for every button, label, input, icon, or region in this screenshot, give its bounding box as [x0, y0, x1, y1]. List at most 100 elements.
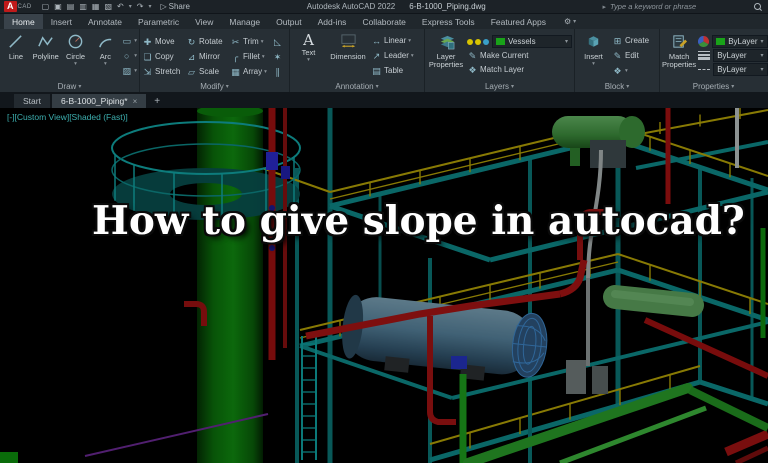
- erase-icon: ◺: [272, 37, 283, 47]
- copy-button[interactable]: ❏Copy: [142, 50, 184, 63]
- scale-icon: ▱: [186, 67, 197, 77]
- trim-button[interactable]: ✂Trim▾: [230, 35, 270, 48]
- tab-insert[interactable]: Insert: [43, 14, 80, 29]
- linetype-dropdown[interactable]: ByLayer▾: [713, 63, 767, 76]
- tab-home[interactable]: Home: [4, 14, 43, 29]
- line-button[interactable]: Line: [2, 31, 30, 80]
- close-tab-icon[interactable]: ×: [133, 97, 138, 106]
- save-as-icon[interactable]: ▥: [79, 1, 87, 13]
- tab-output[interactable]: Output: [268, 14, 310, 29]
- draw-panel-label[interactable]: Draw: [0, 80, 139, 92]
- layer-state-icons[interactable]: [467, 39, 489, 45]
- search-input[interactable]: [610, 1, 750, 12]
- viewport-controls[interactable]: [-][Custom View][Shaded (Fast)]: [7, 112, 128, 122]
- text-button[interactable]: A Text▾: [292, 31, 325, 80]
- lineweight-dropdown[interactable]: ByLayer▾: [713, 49, 767, 62]
- save-icon[interactable]: ▤: [67, 1, 75, 13]
- make-current-icon: ✎: [467, 51, 478, 61]
- create-block-button[interactable]: ⊞Create: [612, 34, 657, 47]
- tab-express-tools[interactable]: Express Tools: [414, 14, 483, 29]
- 3d-piping-model: [0, 108, 768, 463]
- search-icon[interactable]: [754, 3, 762, 11]
- linear-button[interactable]: ↔Linear▾: [371, 34, 422, 47]
- start-tab[interactable]: Start: [14, 94, 50, 108]
- linear-icon: ↔: [371, 36, 382, 46]
- polyline-button[interactable]: Polyline: [32, 31, 60, 80]
- block-attributes-button[interactable]: ❖▾: [612, 64, 657, 77]
- circle-icon: [67, 33, 84, 52]
- erase-button[interactable]: ◺: [272, 35, 286, 48]
- fillet-button[interactable]: ╭Fillet▾: [230, 50, 270, 63]
- search-expand-icon[interactable]: ▸: [602, 3, 606, 11]
- search-bar: ▸: [602, 1, 762, 12]
- tab-view[interactable]: View: [187, 14, 221, 29]
- app-title: Autodesk AutoCAD 2022: [307, 2, 396, 11]
- edit-block-button[interactable]: ✎Edit: [612, 49, 657, 62]
- color-bylayer-swatch: [716, 38, 725, 45]
- mirror-button[interactable]: ⊿Mirror: [186, 50, 228, 63]
- panel-layers: Layer Properties Vessels ▾: [425, 29, 575, 92]
- trim-icon: ✂: [230, 37, 241, 47]
- insert-button[interactable]: Insert▾: [577, 31, 610, 80]
- new-drawing-tab-button[interactable]: +: [148, 94, 166, 108]
- undo-dropdown-icon[interactable]: ▾: [129, 3, 132, 10]
- match-properties-icon: [671, 33, 688, 52]
- panel-properties: Match Properties ByLayer: [660, 29, 767, 92]
- ellipse-tool-button[interactable]: ○▾: [121, 49, 137, 62]
- plot-icon[interactable]: ▦: [92, 1, 100, 13]
- rectangle-tool-button[interactable]: ▭▾: [121, 34, 137, 47]
- hatch-tool-button[interactable]: ▨▾: [121, 64, 137, 77]
- tab-manage[interactable]: Manage: [221, 14, 268, 29]
- undo-icon[interactable]: ↶: [117, 1, 124, 13]
- table-icon: ▤: [371, 66, 382, 76]
- stretch-button[interactable]: ⇲Stretch: [142, 65, 184, 78]
- modify-panel-label[interactable]: Modify: [140, 80, 289, 92]
- new-icon[interactable]: ▢: [42, 1, 50, 13]
- redo-dropdown-icon[interactable]: ▾: [148, 3, 151, 10]
- share-label: Share: [169, 2, 190, 11]
- layer-on-icon: [467, 39, 473, 45]
- dimension-button[interactable]: Dimension: [327, 31, 369, 80]
- match-layer-button[interactable]: ❖ Match Layer: [467, 63, 572, 76]
- share-icon: ▷: [160, 2, 166, 11]
- object-color-dropdown[interactable]: ByLayer ▾: [712, 35, 767, 48]
- share-button[interactable]: ▷ Share: [160, 2, 190, 11]
- match-properties-button[interactable]: Match Properties: [662, 31, 696, 80]
- circle-button[interactable]: Circle▾: [62, 31, 90, 80]
- open-icon[interactable]: ▣: [54, 1, 62, 13]
- app-menu-button[interactable]: A CAD: [4, 1, 32, 12]
- move-button[interactable]: ✚Move: [142, 35, 184, 48]
- ellipse-icon: ○: [121, 51, 132, 61]
- drawing-viewport[interactable]: [-][Custom View][Shaded (Fast)]: [0, 108, 768, 463]
- make-current-button[interactable]: ✎ Make Current: [467, 49, 572, 62]
- redo-icon[interactable]: ↷: [137, 1, 144, 13]
- ribbon: Line Polyline Circle▾ Arc▾: [0, 29, 768, 92]
- tab-parametric[interactable]: Parametric: [130, 14, 187, 29]
- offset-button[interactable]: ∥: [272, 65, 286, 78]
- tab-collaborate[interactable]: Collaborate: [354, 14, 413, 29]
- explode-button[interactable]: ✶: [272, 50, 286, 63]
- table-button[interactable]: ▤Table: [371, 64, 422, 77]
- hatch-icon: ▨: [121, 66, 132, 76]
- publish-icon[interactable]: ▧: [104, 1, 112, 13]
- scale-button[interactable]: ▱Scale: [186, 65, 228, 78]
- layers-panel-label[interactable]: Layers: [425, 80, 574, 92]
- array-button[interactable]: ▦Array▾: [230, 65, 270, 78]
- rotate-button[interactable]: ↻Rotate: [186, 35, 228, 48]
- layer-properties-button[interactable]: Layer Properties: [427, 31, 465, 80]
- leader-button[interactable]: ↗Leader▾: [371, 49, 422, 62]
- block-panel-label[interactable]: Block: [575, 80, 659, 92]
- panel-annotation: A Text▾ Dimension ↔Linear▾ ↗Leader▾ ▤Tab…: [290, 29, 425, 92]
- arc-button[interactable]: Arc▾: [91, 31, 119, 80]
- match-layer-icon: ❖: [467, 65, 478, 75]
- layer-select-dropdown[interactable]: Vessels ▾: [492, 35, 572, 48]
- tab-featured-apps[interactable]: Featured Apps: [483, 14, 554, 29]
- workspace-button[interactable]: ⚙ ▾: [564, 14, 576, 29]
- tab-add-ins[interactable]: Add-ins: [310, 14, 355, 29]
- properties-panel-label[interactable]: Properties: [660, 80, 767, 92]
- move-icon: ✚: [142, 37, 153, 47]
- offset-icon: ∥: [272, 67, 283, 77]
- tab-annotate[interactable]: Annotate: [80, 14, 130, 29]
- drawing-tab[interactable]: 6-B-1000_Piping* ×: [52, 94, 146, 108]
- annotation-panel-label[interactable]: Annotation: [290, 80, 424, 92]
